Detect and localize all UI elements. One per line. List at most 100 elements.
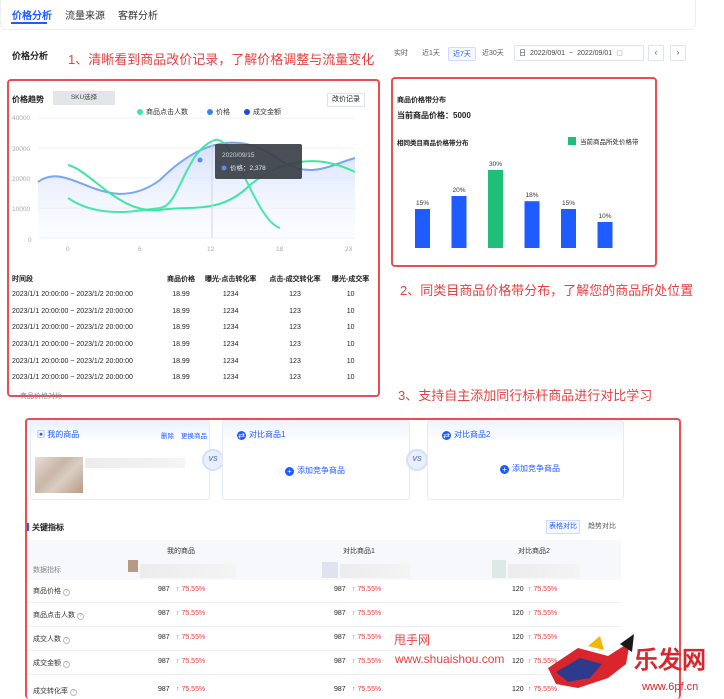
help-icon[interactable]: ?	[70, 689, 77, 696]
replace-link[interactable]: 更换商品	[181, 430, 207, 440]
price-band-bar	[524, 201, 540, 248]
metric-value-cmp2: 120	[512, 586, 524, 593]
table-cell: 123	[289, 290, 301, 298]
watermark-logo: 乐发网 www.6pf.cn	[548, 634, 706, 693]
x-axis-ticks: 0 6 12 18 23	[66, 246, 353, 253]
sku-select-button[interactable]: SKU选择	[53, 91, 115, 105]
metric-delta-cmp1: ↑ 75.55%	[352, 586, 382, 593]
my-product-image	[35, 457, 83, 493]
toggle-table-compare[interactable]: 表格对比	[546, 520, 580, 534]
table-cell: 2023/1/1 20:00:00 ~ 2023/1/2 20:00:00	[12, 307, 133, 315]
col-header: 曝光-点击转化率	[205, 276, 257, 283]
next-icon[interactable]: ›	[670, 45, 686, 61]
col-header: 曝光-成交率	[331, 276, 370, 283]
x-tick: 6	[138, 246, 142, 253]
x-tick: 18	[276, 246, 284, 253]
time-30day[interactable]: 近30天	[478, 47, 508, 61]
y-tick: 10000	[12, 206, 30, 213]
date-start: 2022/09/01	[530, 49, 566, 57]
metric-delta-cmp1: ↑ 75.55%	[352, 658, 382, 665]
cmp1-name-blur	[340, 564, 410, 578]
date-range-picker[interactable]: 日 2022/09/01 ~ 2022/09/01 ▢	[514, 45, 644, 61]
metric-delta-my: ↑ 75.55%	[176, 686, 206, 693]
table-cell: 1234	[222, 324, 239, 332]
table-row: 2023/1/1 20:00:00 ~ 2023/1/2 20:00:00 18.…	[12, 319, 374, 336]
table-cell: 123	[289, 340, 301, 348]
table-header-row: 时间段 商品价格 曝光-点击转化率 点击-成交转化率 曝光-成交率	[12, 272, 374, 286]
metric-name: 成交金额?	[33, 658, 70, 668]
table-cell: 1234	[222, 357, 239, 365]
delete-link[interactable]: 删除	[161, 430, 174, 440]
table-cell: 1234	[222, 290, 239, 298]
row-divider	[27, 674, 621, 675]
table-cell: 18.99	[172, 307, 190, 315]
annotation-2: 2、同类目商品价格带分布，了解您的商品所处位置	[400, 283, 694, 298]
date-end: 2022/09/01	[577, 49, 613, 57]
date-separator: ~	[569, 49, 574, 57]
compare-card-1: ⇄ 对比商品1 + 添加竞争商品	[222, 420, 410, 500]
metric-delta-cmp2: ↑ 75.55%	[528, 610, 558, 617]
add-competitor-button-1[interactable]: + 添加竞争商品	[285, 465, 345, 476]
time-1day[interactable]: 近1天	[418, 47, 444, 61]
trend-title: 价格趋势	[12, 95, 44, 104]
price-band-bar	[415, 209, 430, 248]
price-band-label: 20%	[452, 187, 465, 194]
metric-value-cmp2: 120	[512, 634, 524, 641]
metric-name: 商品点击人数?	[33, 610, 84, 620]
table-row: 2023/1/1 20:00:00 ~ 2023/1/2 20:00:00 18.…	[12, 303, 374, 320]
time-7day[interactable]: 近7天	[448, 47, 476, 61]
metric-delta-cmp1: ↑ 75.55%	[352, 634, 382, 641]
my-product-header: ▣ 我的商品	[37, 430, 80, 439]
help-icon[interactable]: ?	[63, 637, 70, 644]
metric-value-cmp1: 987	[334, 586, 346, 593]
cmp2-header: ⇄ 对比商品2	[442, 430, 491, 440]
toggle-trend-compare[interactable]: 趋势对比	[584, 520, 620, 534]
x-tick: 0	[66, 246, 70, 253]
metric-value-cmp1: 987	[334, 610, 346, 617]
metric-delta-cmp1: ↑ 75.55%	[352, 686, 382, 693]
y-axis-ticks: 40000 30000 20000 10000 0	[12, 115, 32, 244]
table-cell: 2023/1/1 20:00:00 ~ 2023/1/2 20:00:00	[12, 374, 133, 382]
date-type-label: 日	[519, 50, 526, 57]
current-price: 当前商品价格：5000	[397, 111, 471, 120]
price-band-bar	[561, 209, 576, 248]
help-icon[interactable]: ?	[77, 613, 84, 620]
price-band-bar	[451, 196, 467, 248]
metric-value-my: 987	[158, 634, 170, 641]
add-competitor-button-2[interactable]: + 添加竞争商品	[500, 463, 560, 474]
tooltip-value: 价格：2,378	[230, 163, 266, 172]
price-change-log-button[interactable]: 改价记录	[327, 93, 365, 107]
tab-price-analysis[interactable]: 价格分析	[12, 7, 52, 22]
my-product-name-blur	[140, 564, 236, 578]
col-header: 商品价格	[166, 276, 195, 283]
my-product-thumb	[128, 560, 138, 572]
tab-traffic-source[interactable]: 流量来源	[65, 7, 105, 22]
watermark-shuaishou: 甩手网	[394, 633, 431, 647]
cmp2-thumb	[492, 560, 506, 578]
help-icon[interactable]: ?	[63, 589, 70, 596]
logo-text: 乐发网	[634, 645, 706, 674]
table-cell: 123	[289, 357, 301, 365]
time-realtime[interactable]: 实时	[390, 47, 412, 61]
table-row: 2023/1/1 20:00:00 ~ 2023/1/2 20:00:00 18.…	[12, 286, 374, 303]
price-point	[197, 157, 203, 163]
band-subtitle: 相同类目商品价格带分布	[397, 140, 469, 147]
compare-icon: ⇄	[442, 431, 451, 440]
prev-icon[interactable]: ‹	[648, 45, 664, 61]
metric-name: 成交转化率?	[33, 686, 77, 696]
tab-audience-analysis[interactable]: 客群分析	[118, 7, 158, 22]
metric-name: 商品价格?	[33, 586, 70, 596]
price-band-label: 10%	[598, 213, 611, 220]
section-title: 价格分析	[12, 51, 49, 61]
tooltip-box	[215, 144, 302, 179]
band-legend: 当前商品所处价格带	[568, 136, 639, 146]
metric-value-cmp1: 987	[334, 634, 346, 641]
active-tab-indicator	[11, 22, 47, 24]
table-cell: 1234	[222, 340, 239, 348]
metric-name: 成交人数?	[33, 634, 70, 644]
help-icon[interactable]: ?	[63, 661, 70, 668]
annotation-3: 3、支持自主添加同行标杆商品进行对比学习	[398, 388, 653, 403]
table-cell: 123	[289, 307, 301, 315]
cmp1-header: ⇄ 对比商品1	[237, 430, 286, 440]
annotation-1: 1、清晰看到商品改价记录，了解价格调整与流量变化	[68, 52, 375, 67]
